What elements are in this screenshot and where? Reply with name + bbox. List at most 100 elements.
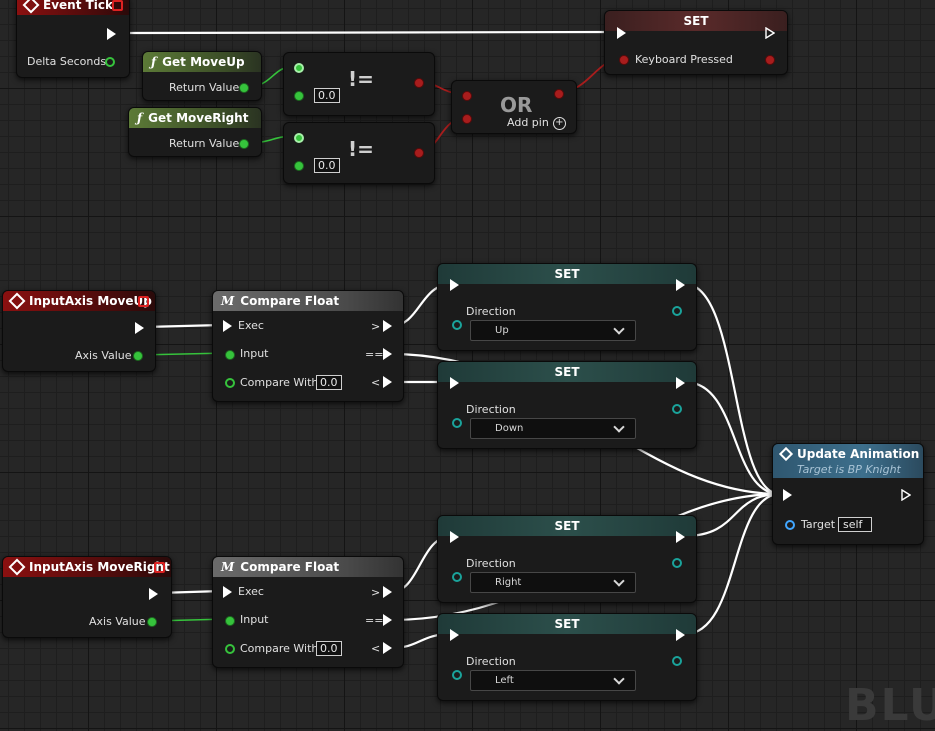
update-animation-exec-out-pin[interactable] [901,489,911,501]
compare-right-exec-in-pin[interactable] [223,586,232,598]
return-value-label: Return Value [169,81,240,94]
dropdown-value: Up [495,325,509,336]
get-moveright-node[interactable]: ƒ Get MoveRight Return Value [128,107,262,157]
or-output-pin[interactable] [554,89,564,99]
neq2-input-b-pin[interactable] [294,161,304,171]
direction-up-dropdown[interactable]: Up [470,320,636,341]
inputaxis-moveright-node[interactable]: InputAxis MoveRight Axis Value [2,556,172,638]
event-tick-exec-out-pin[interactable] [107,28,116,40]
get-moveup-node[interactable]: ƒ Get MoveUp Return Value [142,51,262,101]
update-animation-exec-in-pin[interactable] [783,489,792,501]
event-tick-node[interactable]: Event Tick Delta Seconds [16,0,130,78]
compare-right-compare-with-pin[interactable] [225,644,235,654]
get-moveright-return-pin[interactable] [239,139,249,149]
compare-up-equal-pin[interactable] [383,348,392,360]
or-input-a-pin[interactable] [462,91,472,101]
compare-right-equal-pin[interactable] [383,614,392,626]
delta-seconds-pin[interactable] [105,57,115,67]
inputaxis-moveright-exec-out-pin[interactable] [149,588,158,600]
set-direction-right-node[interactable]: SET Direction Right [437,515,697,603]
set-keyboard-header[interactable]: SET [605,11,787,31]
get-moveup-return-pin[interactable] [239,83,249,93]
set-down-direction-out-pin[interactable] [672,404,682,414]
target-label: Target [801,518,836,531]
compare-up-input-pin[interactable] [225,350,235,360]
direction-right-dropdown[interactable]: Right [470,572,636,593]
set-keyboard-exec-in-pin[interactable] [617,27,626,39]
macro-icon: M [221,560,235,574]
compare-right-less-pin[interactable] [383,642,392,654]
keyboard-pressed-input-pin[interactable] [619,55,629,65]
set-down-header[interactable]: SET [438,362,696,382]
compare-right-input-pin[interactable] [225,616,235,626]
neq2-output-pin[interactable] [414,148,424,158]
update-animation-header[interactable]: Update Animation Target is BP Knight [773,444,923,478]
set-up-header[interactable]: SET [438,264,696,284]
set-up-direction-out-pin[interactable] [672,306,682,316]
event-delegate-icon [154,562,165,573]
inputaxis-moveright-header[interactable]: InputAxis MoveRight [3,557,171,577]
set-direction-down-node[interactable]: SET Direction Down [437,361,697,449]
set-up-exec-in-pin[interactable] [450,279,459,291]
compare-float-right-header[interactable]: M Compare Float [213,557,403,577]
neq1-value-field[interactable]: 0.0 [314,88,340,103]
set-right-direction-out-pin[interactable] [672,558,682,568]
set-keyboard-pressed-node[interactable]: SET Keyboard Pressed [604,10,788,75]
compare-float-up-node[interactable]: M Compare Float Exec > Input == Compare W… [212,290,404,402]
update-animation-node[interactable]: Update Animation Target is BP Knight Tar… [772,443,924,545]
target-pin[interactable] [785,520,795,530]
compare-right-value-field[interactable]: 0.0 [316,641,342,656]
set-left-direction-in-pin[interactable] [452,670,462,680]
compare-up-less-pin[interactable] [383,376,392,388]
set-direction-left-node[interactable]: SET Direction Left [437,613,697,701]
inputaxis-moveup-node[interactable]: InputAxis MoveUp Axis Value [2,290,156,372]
compare-up-value-field[interactable]: 0.0 [316,375,342,390]
update-animation-title: Update Animation [797,447,920,461]
neq1-input-a-pin[interactable] [294,63,304,73]
set-left-direction-out-pin[interactable] [672,656,682,666]
neq2-input-a-pin[interactable] [294,133,304,143]
set-right-header[interactable]: SET [438,516,696,536]
event-tick-header[interactable]: Event Tick [17,0,129,15]
compare-up-exec-in-pin[interactable] [223,320,232,332]
set-up-exec-out-pin[interactable] [676,279,685,291]
set-keyboard-exec-out-pin[interactable] [765,27,775,39]
neq1-input-b-pin[interactable] [294,91,304,101]
set-left-exec-in-pin[interactable] [450,629,459,641]
compare-right-greater-pin[interactable] [383,586,392,598]
dropdown-value: Right [495,577,522,588]
not-equal-node-2[interactable]: 0.0 != [283,122,435,184]
set-right-direction-in-pin[interactable] [452,572,462,582]
not-equal-node-1[interactable]: 0.0 != [283,52,435,116]
inputaxis-moveup-axis-pin[interactable] [133,351,143,361]
inputaxis-moveright-axis-pin[interactable] [147,617,157,627]
keyboard-pressed-output-pin[interactable] [765,55,775,65]
or-node[interactable]: OR Add pin + [451,80,577,134]
add-pin-button[interactable]: Add pin + [507,116,566,130]
set-left-exec-out-pin[interactable] [676,629,685,641]
compare-float-up-title: Compare Float [240,294,340,308]
direction-down-dropdown[interactable]: Down [470,418,636,439]
get-moveup-header[interactable]: ƒ Get MoveUp [143,52,261,72]
set-down-direction-in-pin[interactable] [452,418,462,428]
or-input-b-pin[interactable] [462,114,472,124]
inputaxis-moveup-exec-out-pin[interactable] [135,322,144,334]
set-left-header[interactable]: SET [438,614,696,634]
set-down-exec-in-pin[interactable] [450,377,459,389]
compare-up-compare-with-pin[interactable] [225,378,235,388]
set-right-exec-out-pin[interactable] [676,531,685,543]
compare-float-up-header[interactable]: M Compare Float [213,291,403,311]
neq2-value-field[interactable]: 0.0 [314,158,340,173]
target-value-field[interactable]: self [838,517,872,532]
set-direction-up-node[interactable]: SET Direction Up [437,263,697,351]
neq1-output-pin[interactable] [414,78,424,88]
get-moveright-header[interactable]: ƒ Get MoveRight [129,108,261,128]
compare-up-greater-pin[interactable] [383,320,392,332]
inputaxis-moveup-header[interactable]: InputAxis MoveUp [3,291,155,311]
set-up-direction-in-pin[interactable] [452,320,462,330]
compare-float-right-node[interactable]: M Compare Float Exec > Input == Compare W… [212,556,404,668]
set-down-exec-out-pin[interactable] [676,377,685,389]
set-right-exec-in-pin[interactable] [450,531,459,543]
direction-left-dropdown[interactable]: Left [470,670,636,691]
dropdown-value: Down [495,423,524,434]
